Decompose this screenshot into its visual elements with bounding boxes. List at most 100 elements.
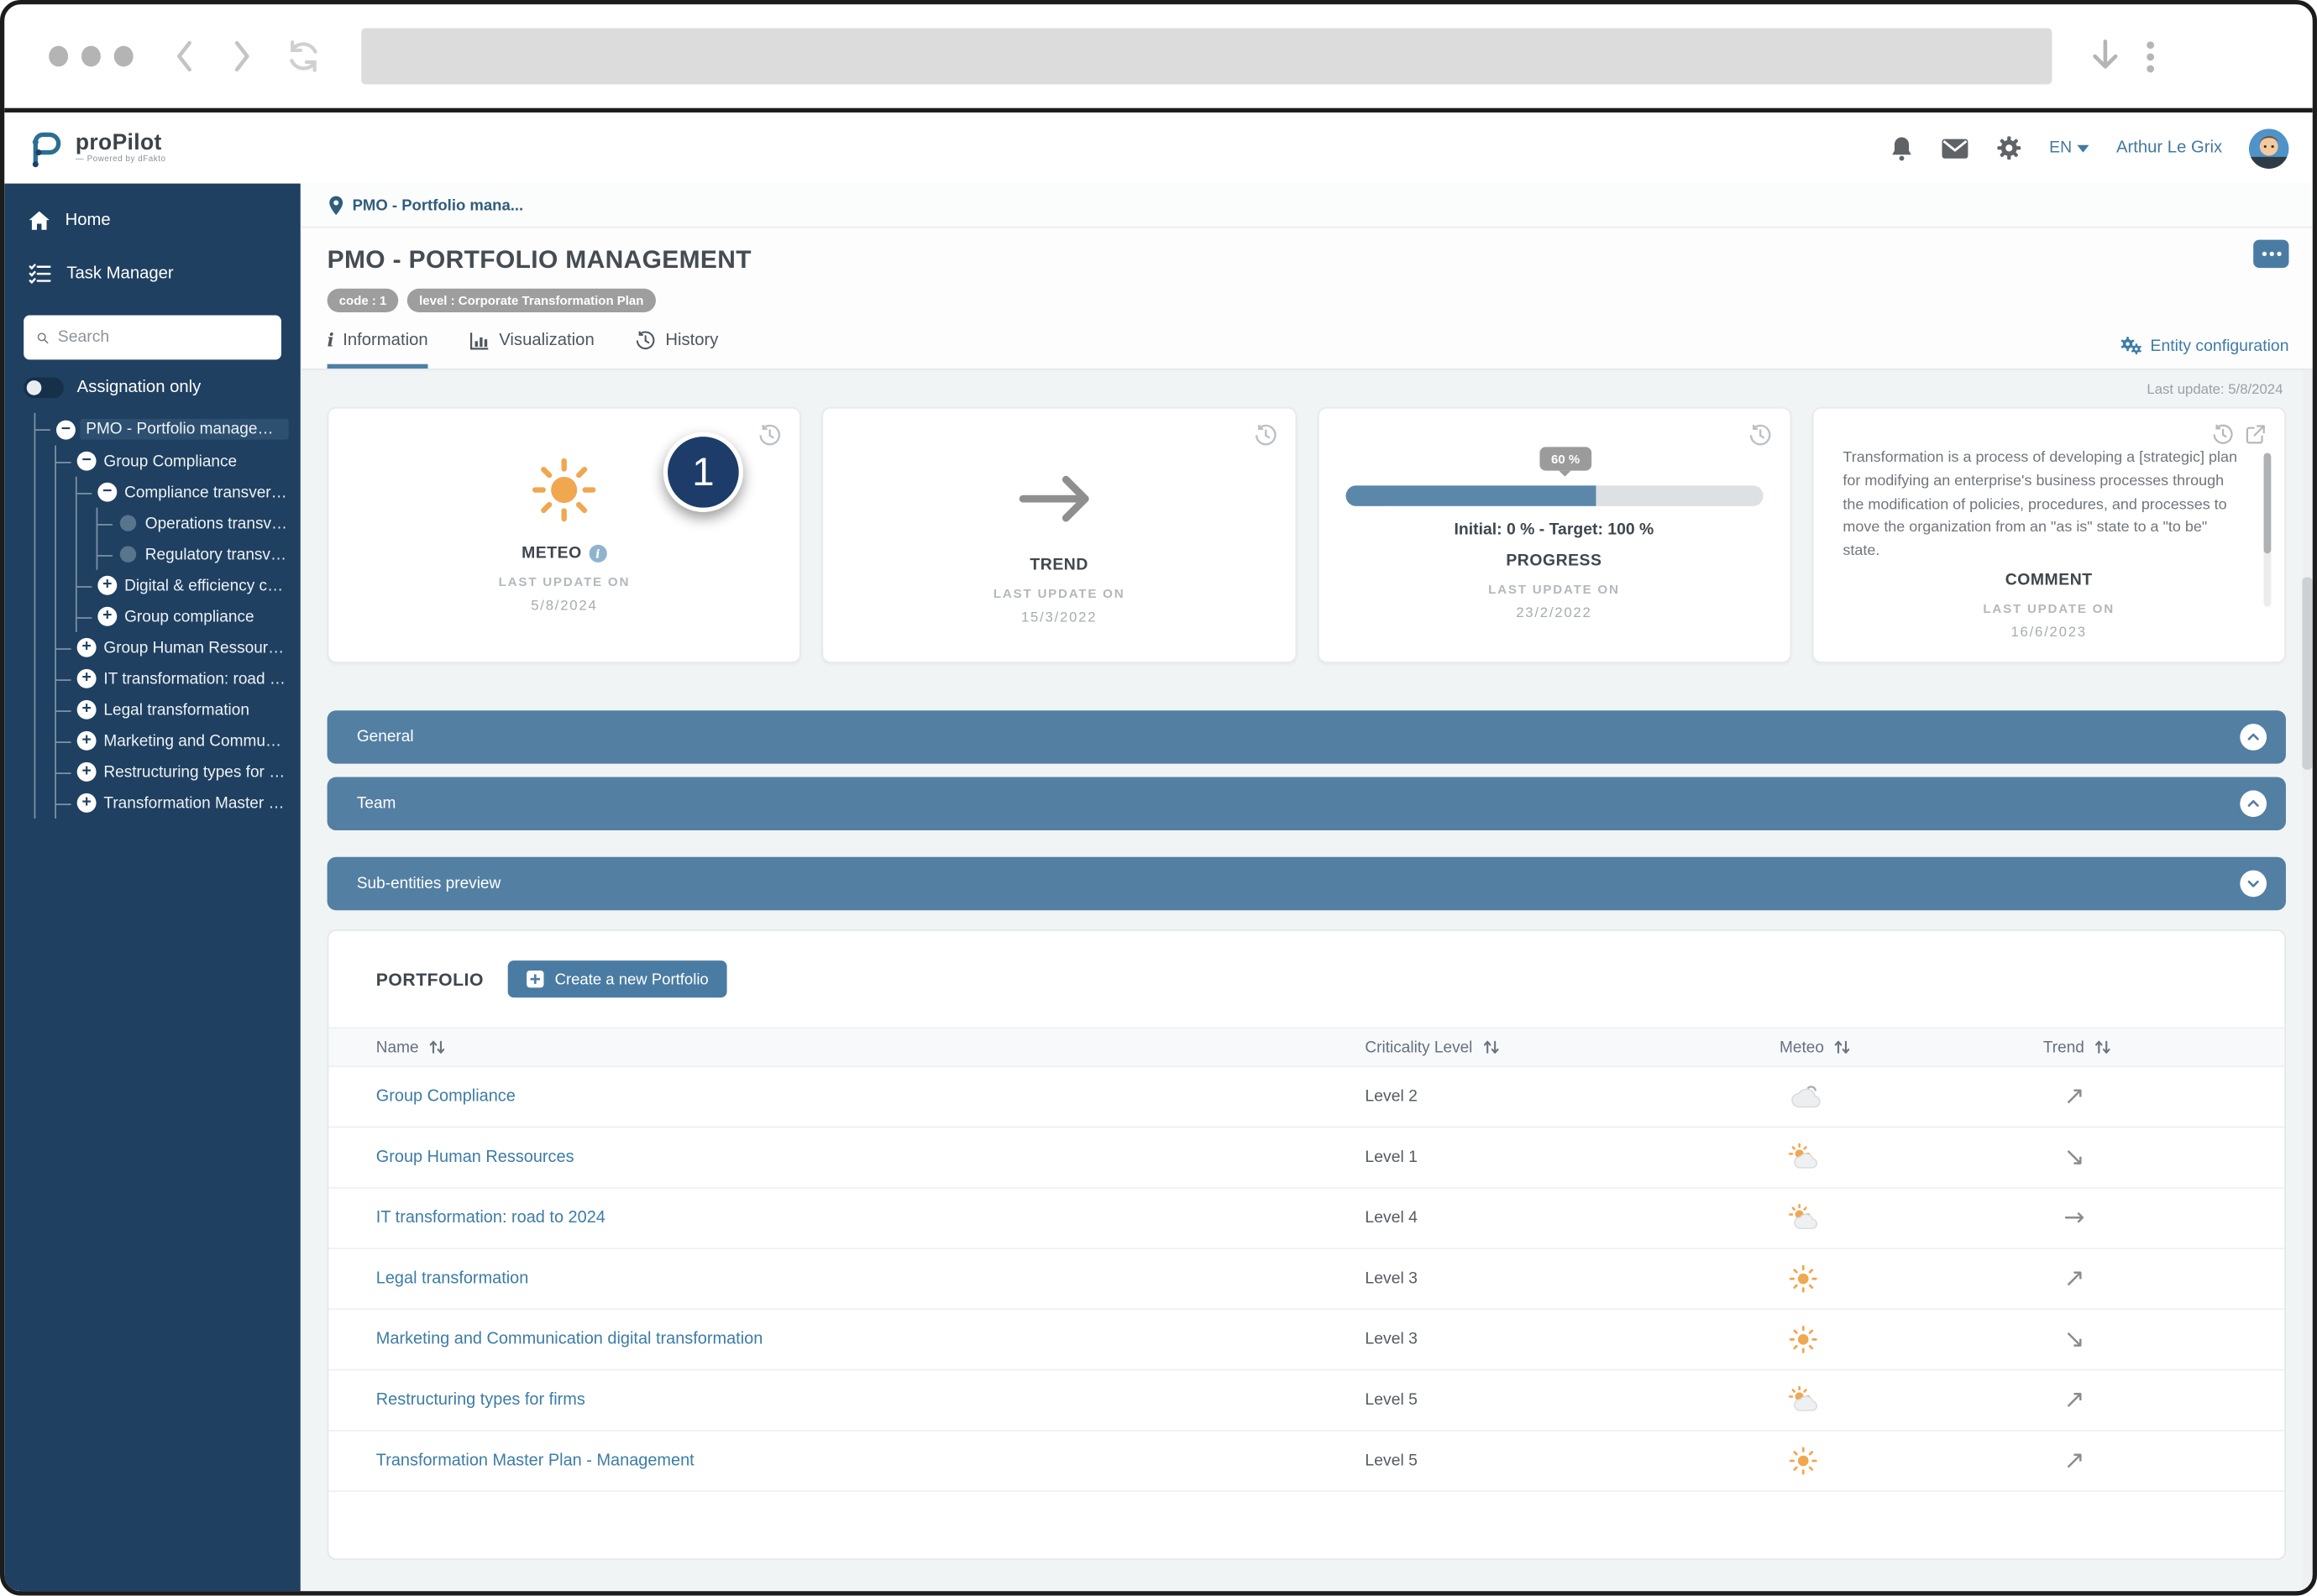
tree-item[interactable]: + Digital & efficiency compli... xyxy=(77,570,292,601)
column-header-trend[interactable]: Trend xyxy=(2043,1039,2284,1056)
chevron-up-icon[interactable] xyxy=(2240,724,2267,751)
tab-history[interactable]: History xyxy=(636,330,718,369)
table-row[interactable]: Restructuring types for firms Level 5 ↗ xyxy=(328,1370,2284,1431)
tree-item[interactable]: + Transformation Master Plan -... xyxy=(56,788,291,819)
table-row[interactable]: Group Compliance Level 2 ↗ xyxy=(328,1067,2284,1128)
history-icon[interactable] xyxy=(1253,423,1276,454)
sort-icon[interactable] xyxy=(1833,1039,1851,1055)
entity-config-gears-icon xyxy=(2120,336,2142,355)
trend-card[interactable]: TREND LAST UPDATE ON 15/3/2022 xyxy=(822,407,1297,663)
expand-plus-icon[interactable]: + xyxy=(77,638,97,657)
tree-item[interactable]: − Compliance transversal pr... xyxy=(77,477,292,508)
app-name: proPilot xyxy=(76,131,166,153)
card-date: 15/3/2022 xyxy=(1021,610,1097,625)
entity-configuration-button[interactable]: Entity configuration xyxy=(2120,336,2288,355)
level-badge: level : Corporate Transformation Plan xyxy=(407,289,656,312)
comment-text: Transformation is a process of developin… xyxy=(1843,447,2246,563)
collapse-minus-icon[interactable]: − xyxy=(56,420,76,439)
table-row[interactable]: Group Human Ressources Level 1 ↘ xyxy=(328,1128,2284,1188)
section-team[interactable]: Team xyxy=(328,777,2286,830)
app-logo[interactable]: proPilot — Powered by dFakto xyxy=(25,128,166,168)
progress-fill xyxy=(1345,485,1596,506)
sort-icon[interactable] xyxy=(427,1039,445,1055)
settings-gear-icon[interactable] xyxy=(1996,134,2023,161)
download-icon[interactable] xyxy=(2088,37,2123,76)
collapse-minus-icon[interactable]: − xyxy=(97,483,117,502)
assignation-toggle[interactable] xyxy=(24,378,64,399)
column-header-criticality[interactable]: Criticality Level xyxy=(1365,1039,1780,1056)
more-actions-button[interactable] xyxy=(2253,240,2288,268)
expand-plus-icon[interactable]: + xyxy=(97,607,117,626)
chevron-down-icon[interactable] xyxy=(2240,871,2267,897)
search-icon xyxy=(37,327,49,347)
tree-item[interactable]: Regulatory transversal ... xyxy=(97,539,291,570)
history-icon[interactable] xyxy=(758,423,782,454)
chart-icon xyxy=(469,331,490,350)
sun-cloud-icon xyxy=(1789,1143,2043,1172)
portfolio-title: PORTFOLIO xyxy=(376,969,484,990)
mail-icon[interactable] xyxy=(1941,137,1968,159)
tree-item[interactable]: − PMO - Portfolio management xyxy=(35,413,291,446)
table-header: Name Criticality Level Meteo Trend xyxy=(328,1027,2284,1067)
section-sub-entities-preview[interactable]: Sub-entities preview xyxy=(328,857,2286,910)
tab-visualization[interactable]: Visualization xyxy=(469,330,595,369)
progress-card[interactable]: 60 % Initial: 0 % - Target: 100 % PROGRE… xyxy=(1317,407,1791,663)
collapse-minus-icon[interactable]: − xyxy=(77,452,97,471)
sidebar-item-home[interactable]: Home xyxy=(4,198,301,243)
tree-item[interactable]: + Group Human Ressources xyxy=(56,632,291,663)
expand-plus-icon[interactable]: + xyxy=(77,731,97,751)
breadcrumb[interactable]: PMO - Portfolio mana... xyxy=(301,184,2313,228)
history-icon[interactable] xyxy=(2212,423,2234,453)
sort-icon[interactable] xyxy=(1481,1039,1499,1055)
leaf-dot-icon xyxy=(120,515,136,531)
forward-icon[interactable] xyxy=(225,37,258,76)
url-bar[interactable] xyxy=(361,28,2052,84)
history-icon[interactable] xyxy=(1748,423,1772,454)
column-header-name[interactable]: Name xyxy=(376,1039,1366,1056)
comment-scrollbar[interactable] xyxy=(2264,453,2272,606)
chevron-up-icon[interactable] xyxy=(2240,790,2267,817)
comment-card[interactable]: Transformation is a process of developin… xyxy=(1811,407,2286,663)
tree-item[interactable]: + Legal transformation xyxy=(56,694,291,725)
expand-plus-icon[interactable]: + xyxy=(77,700,97,720)
sort-icon[interactable] xyxy=(2093,1039,2110,1055)
tree-item[interactable]: + Marketing and Communicati... xyxy=(56,725,291,756)
search-input[interactable] xyxy=(58,328,268,346)
main-content: PMO - Portfolio mana... PMO - PORTFOLIO … xyxy=(301,184,2313,1596)
notifications-bell-icon[interactable] xyxy=(1890,134,1915,161)
create-portfolio-button[interactable]: Create a new Portfolio xyxy=(507,960,726,997)
tree-item[interactable]: + Restructuring types for firms xyxy=(56,756,291,788)
tab-information[interactable]: i Information xyxy=(328,330,428,369)
sun-cloud-icon xyxy=(1789,1203,2043,1232)
back-icon[interactable] xyxy=(169,37,202,76)
main-scrollbar[interactable] xyxy=(2302,370,2312,1596)
expand-plus-icon[interactable]: + xyxy=(77,669,97,688)
avatar[interactable] xyxy=(2249,128,2289,168)
browser-menu-icon[interactable] xyxy=(2147,40,2154,71)
expand-plus-icon[interactable]: + xyxy=(77,762,97,782)
table-row[interactable]: Transformation Master Plan - Management … xyxy=(328,1431,2284,1492)
tree-item[interactable]: − Group Compliance xyxy=(56,446,291,477)
column-header-meteo[interactable]: Meteo xyxy=(1780,1039,2043,1056)
language-selector[interactable]: EN xyxy=(2049,139,2089,157)
sidebar-search[interactable] xyxy=(24,316,281,360)
external-link-icon[interactable] xyxy=(2245,423,2267,453)
tree-item[interactable]: + Group compliance xyxy=(77,601,292,632)
table-row[interactable]: Marketing and Communication digital tran… xyxy=(328,1310,2284,1370)
sidebar-item-task-manager[interactable]: Task Manager xyxy=(4,252,301,296)
expand-plus-icon[interactable]: + xyxy=(97,576,117,595)
trend-up-icon: ↗ xyxy=(2064,1385,2285,1415)
window-controls xyxy=(49,46,133,67)
section-general[interactable]: General xyxy=(328,710,2286,763)
tree-item[interactable]: Operations transversal ... xyxy=(97,508,291,539)
user-name[interactable]: Arthur Le Grix xyxy=(2116,139,2222,157)
table-row[interactable]: Legal transformation Level 3 ↗ xyxy=(328,1249,2284,1310)
tree-item[interactable]: + IT transformation: road to 20... xyxy=(56,663,291,694)
table-row[interactable]: IT transformation: road to 2024 Level 4 … xyxy=(328,1189,2284,1249)
card-title: METEO xyxy=(522,545,582,563)
last-update-label: LAST UPDATE ON xyxy=(1488,582,1620,597)
info-icon: i xyxy=(328,330,334,351)
expand-plus-icon[interactable]: + xyxy=(77,793,97,813)
refresh-icon[interactable] xyxy=(284,37,322,76)
info-icon[interactable]: i xyxy=(590,545,607,563)
